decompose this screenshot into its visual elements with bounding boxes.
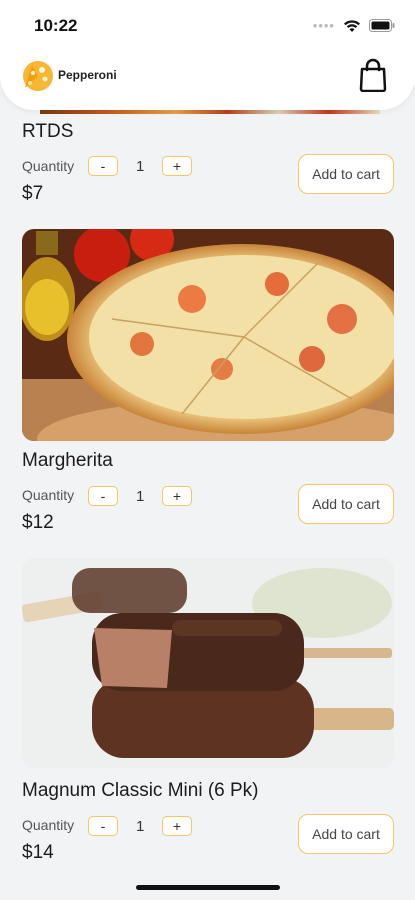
increase-quantity-button[interactable]: + [162,486,192,506]
quantity-label: Quantity [22,487,75,503]
pizza-logo-icon [23,61,53,91]
home-indicator[interactable] [136,885,280,890]
signal-dots-icon: •••• [312,18,335,33]
increase-quantity-button[interactable]: + [162,156,192,176]
quantity-value: 1 [136,488,145,505]
quantity-value: 1 [136,818,145,835]
product-price: $7 [22,183,44,204]
margherita-image [22,229,394,441]
product-price: $14 [22,842,54,863]
product-name: Margherita [22,450,113,471]
status-bar: 10:22 •••• [0,0,415,50]
add-to-cart-button[interactable]: Add to cart [298,484,394,524]
decrease-quantity-button[interactable]: - [88,486,118,506]
quantity-value: 1 [136,158,145,175]
product-name: Magnum Classic Mini (6 Pk) [22,780,259,801]
brand-name: Pepperoni [58,68,117,82]
decrease-quantity-button[interactable]: - [88,816,118,836]
battery-icon [369,19,395,32]
add-to-cart-button[interactable]: Add to cart [298,154,394,194]
app-header: Pepperoni [0,40,415,110]
quantity-label: Quantity [22,817,75,833]
product-price: $12 [22,512,54,533]
wifi-icon [344,19,360,32]
status-icons: •••• [313,18,395,33]
increase-quantity-button[interactable]: + [162,816,192,836]
status-time: 10:22 [34,16,78,35]
add-to-cart-button[interactable]: Add to cart [298,814,394,854]
shopping-bag-icon[interactable] [359,58,387,92]
quantity-label: Quantity [22,158,75,174]
product-name: RTDS [22,121,74,142]
magnum-image [22,558,394,768]
decrease-quantity-button[interactable]: - [88,156,118,176]
